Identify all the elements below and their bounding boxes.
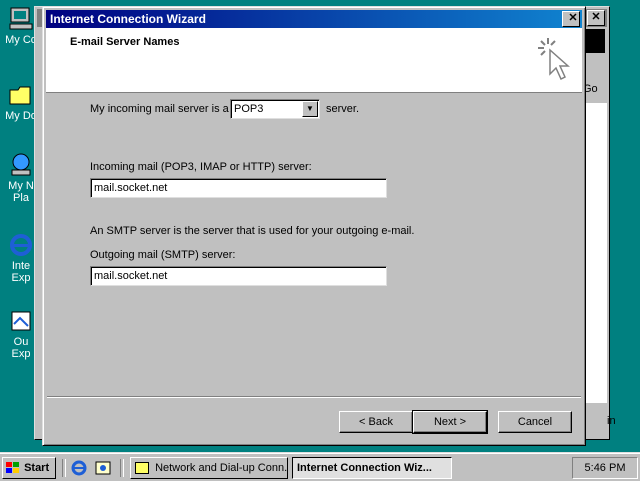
outlook-express-icon xyxy=(8,308,34,334)
close-icon: ✕ xyxy=(568,12,578,24)
clock[interactable]: 5:46 PM xyxy=(585,462,626,474)
cancel-button[interactable]: Cancel xyxy=(498,411,572,433)
background-window-pane xyxy=(583,103,607,403)
start-label: Start xyxy=(24,462,50,474)
go-button[interactable]: Go xyxy=(583,79,607,99)
taskbar-item-wizard[interactable]: Internet Connection Wiz... xyxy=(292,457,452,479)
back-button[interactable]: < Back xyxy=(339,411,413,433)
chevron-down-icon[interactable]: ▼ xyxy=(302,101,318,117)
incoming-type-suffix: server. xyxy=(326,103,360,115)
background-close-button[interactable]: ✕ xyxy=(587,10,605,26)
taskbar-item-label: Network and Dial-up Conn... xyxy=(155,462,288,474)
network-icon xyxy=(8,152,34,178)
taskbar-divider xyxy=(62,459,66,477)
incoming-server-value: mail.socket.net xyxy=(94,182,168,194)
outlook-express-icon[interactable] xyxy=(94,460,112,476)
button-separator xyxy=(47,396,581,398)
internet-connection-wizard-window[interactable]: Internet Connection Wizard ✕ E-mail Serv… xyxy=(42,6,586,446)
incoming-server-type-select[interactable]: POP3 ▼ xyxy=(230,99,320,119)
system-tray: 5:46 PM xyxy=(572,457,638,479)
wizard-close-button[interactable]: ✕ xyxy=(562,11,580,27)
outgoing-server-label: Outgoing mail (SMTP) server: xyxy=(90,249,236,261)
next-button[interactable]: Next > xyxy=(412,410,488,434)
close-icon: ✕ xyxy=(591,11,601,23)
wizard-title: Internet Connection Wizard xyxy=(50,12,206,26)
wizard-cursor-icon xyxy=(538,38,570,81)
smtp-note: An SMTP server is the server that is use… xyxy=(90,225,415,237)
computer-icon xyxy=(8,6,34,32)
incoming-server-label: Incoming mail (POP3, IMAP or HTTP) serve… xyxy=(90,161,312,173)
background-window-edge-text: in xyxy=(607,415,616,427)
incoming-server-type-value: POP3 xyxy=(234,103,264,115)
internet-explorer-icon xyxy=(8,232,34,258)
folder-icon xyxy=(8,82,34,108)
taskbar-item-network[interactable]: Network and Dial-up Conn... xyxy=(130,457,288,479)
background-window-throbber xyxy=(585,29,605,53)
internet-explorer-icon[interactable] xyxy=(70,460,88,476)
page-title: E-mail Server Names xyxy=(70,36,180,48)
windows-logo-icon xyxy=(6,462,19,474)
taskbar: Start Network and Dial-up Conn... Intern… xyxy=(0,452,640,481)
start-button[interactable]: Start xyxy=(2,457,56,479)
outgoing-server-value: mail.socket.net xyxy=(94,270,168,282)
incoming-server-input[interactable]: mail.socket.net xyxy=(90,178,387,198)
wizard-titlebar[interactable]: Internet Connection Wizard ✕ xyxy=(46,10,582,28)
incoming-type-prefix: My incoming mail server is a xyxy=(90,103,229,115)
taskbar-divider xyxy=(120,459,124,477)
taskbar-item-label: Internet Connection Wiz... xyxy=(297,462,432,474)
wizard-header: E-mail Server Names xyxy=(46,28,582,93)
network-folder-icon xyxy=(135,462,149,475)
outgoing-server-input[interactable]: mail.socket.net xyxy=(90,266,387,286)
